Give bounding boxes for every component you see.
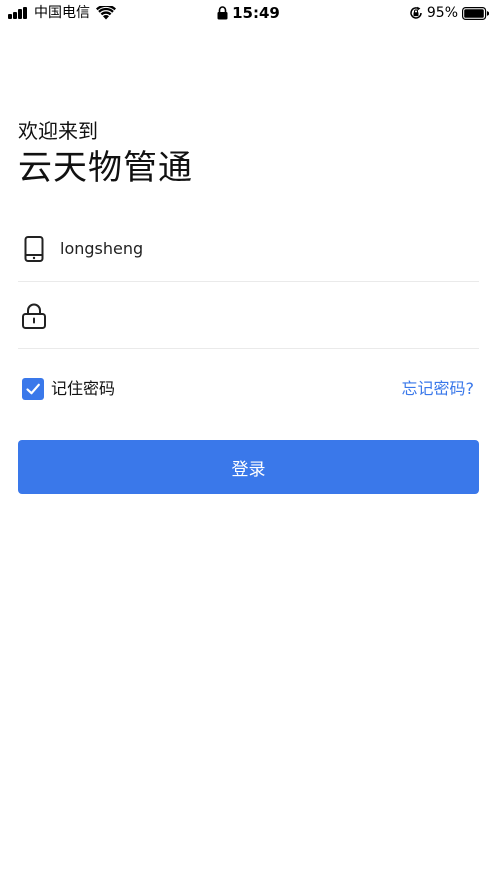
lock-icon (217, 6, 228, 20)
welcome-text: 欢迎来到 (18, 119, 98, 143)
status-right: 95% (409, 4, 489, 22)
battery-percent: 95% (426, 5, 458, 21)
lock-icon (22, 303, 46, 329)
password-row (18, 283, 479, 349)
orientation-lock-icon (410, 6, 422, 19)
forgot-password-link[interactable]: 忘记密码? (402, 376, 475, 402)
checkmark-icon (26, 383, 40, 395)
remember-label: 记住密码 (51, 379, 116, 398)
username-input[interactable] (60, 234, 470, 264)
status-bar: 中国电信 15:49 95% (0, 0, 497, 26)
status-time: 15:49 (232, 4, 280, 22)
remember-checkbox[interactable] (22, 378, 44, 400)
login-button[interactable]: 登录 (18, 440, 479, 494)
battery-icon (462, 6, 489, 20)
password-input[interactable] (60, 301, 470, 331)
app-title: 云天物管通 (18, 148, 193, 188)
username-row (18, 216, 479, 282)
phone-icon (24, 236, 44, 262)
remember-password-toggle[interactable]: 记住密码 (22, 376, 115, 402)
